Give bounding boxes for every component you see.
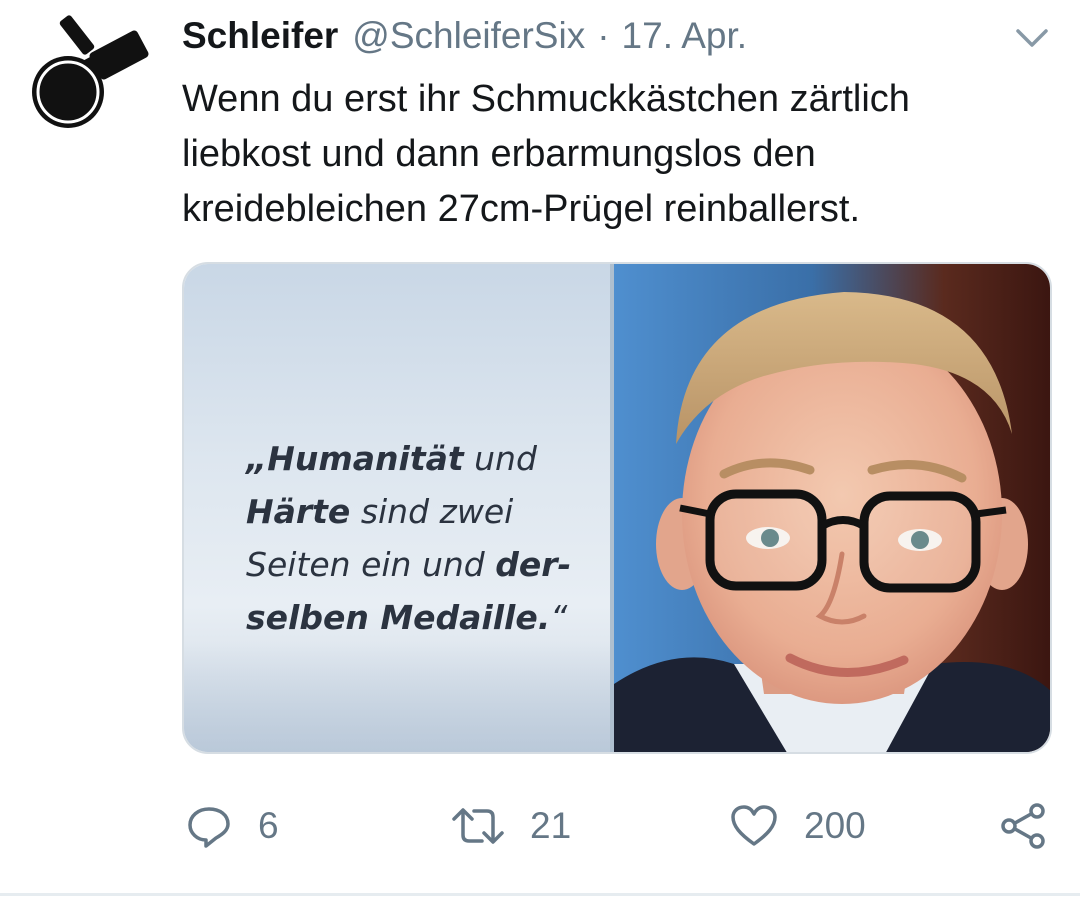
tweet-date[interactable]: 17. Apr. [622, 14, 748, 58]
display-name[interactable]: Schleifer [182, 14, 338, 58]
quote-line-3b: der- [495, 545, 572, 584]
separator-dot: · [597, 15, 610, 56]
quote-text: „Humanität und Härte sind zwei Seiten ei… [246, 432, 606, 644]
tweet-text: Wenn du erst ihr Schmuckkästchen zärtlic… [182, 78, 910, 230]
quote-line-4a: selben Medaille. [246, 598, 551, 637]
reply-count: 6 [258, 805, 279, 846]
share-icon [1001, 803, 1045, 849]
chevron-down-icon[interactable] [1012, 18, 1052, 58]
tweet-header: Schleifer @SchleiferSix · 17. Apr. [182, 14, 747, 58]
angle-grinder-icon [32, 15, 149, 128]
retweet-button[interactable]: 21 [452, 796, 571, 856]
action-bar: 6 21 200 [182, 796, 1062, 856]
share-button[interactable] [1000, 796, 1048, 856]
reply-icon [188, 807, 230, 848]
tweet: Schleifer @SchleiferSix · 17. Apr. Wenn … [0, 0, 1080, 900]
divider [0, 893, 1080, 896]
quote-line-2b: sind zwei [350, 492, 514, 531]
retweet-count: 21 [530, 805, 572, 846]
user-handle[interactable]: @SchleiferSix [352, 14, 585, 58]
quote-line-4b: “ [550, 598, 568, 637]
avatar[interactable] [22, 14, 152, 134]
quote-line-3a: Seiten ein und [246, 545, 496, 584]
quote-line-1a: „Humanität [246, 439, 464, 478]
heart-icon [731, 805, 777, 846]
like-count: 200 [804, 805, 866, 846]
portrait-illustration [614, 264, 1050, 752]
retweet-icon [452, 808, 504, 844]
quote-line-1b: und [463, 439, 537, 478]
quote-line-2a: Härte [246, 492, 351, 531]
tweet-media-image[interactable]: „Humanität und Härte sind zwei Seiten ei… [182, 262, 1052, 754]
reply-button[interactable]: 6 [186, 796, 279, 856]
like-button[interactable]: 200 [730, 796, 866, 856]
portrait-photo [614, 264, 1050, 752]
